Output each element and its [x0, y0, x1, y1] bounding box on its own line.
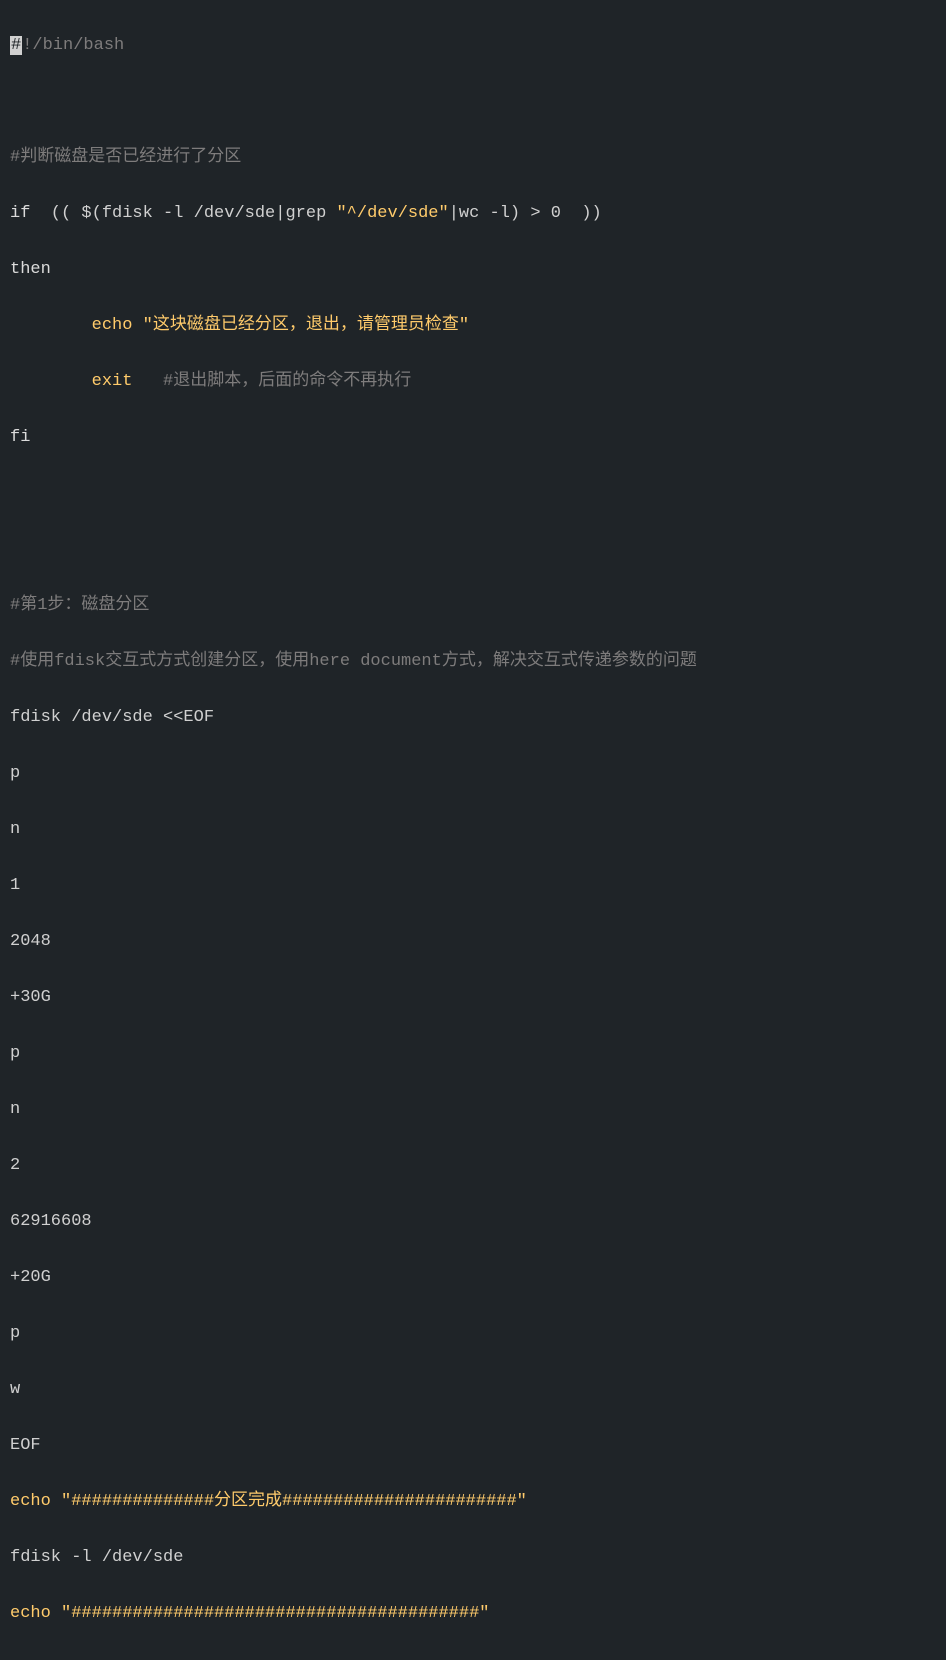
comment: #退出脚本，后面的命令不再执行	[132, 372, 411, 391]
string-literal: "这块磁盘已经分区，退出，请管理员检查"	[132, 316, 469, 335]
code-line: if (( $(fdisk -l /dev/sde|grep "^/dev/sd…	[10, 200, 936, 228]
string-literal: "#######################################…	[51, 1604, 490, 1623]
code-line: 2	[10, 1152, 936, 1180]
code-text: p	[10, 1044, 20, 1063]
echo-keyword: echo	[10, 1492, 51, 1511]
string-literal: "##############分区完成#####################…	[51, 1492, 527, 1511]
shebang-text: !/bin/bash	[22, 36, 124, 55]
indent	[10, 316, 92, 335]
code-text: |	[449, 204, 459, 223]
code-text: EOF	[10, 1436, 41, 1455]
code-text: w	[10, 1380, 20, 1399]
code-line	[10, 480, 936, 508]
code-text: fdisk /dev/sde <<EOF	[10, 708, 214, 727]
code-text: p	[10, 764, 20, 783]
code-text: 2048	[10, 932, 51, 951]
comment: #第1步：磁盘分区	[10, 596, 149, 615]
code-block: #!/bin/bash #判断磁盘是否已经进行了分区 if (( $(fdisk…	[0, 0, 946, 1660]
code-line	[10, 536, 936, 564]
code-line: n	[10, 1096, 936, 1124]
code-line: +30G	[10, 984, 936, 1012]
wc-cmd: wc	[459, 204, 479, 223]
code-line: then	[10, 256, 936, 284]
code-line: echo "##############分区完成################…	[10, 1488, 936, 1516]
code-line: exit #退出脚本，后面的命令不再执行	[10, 368, 936, 396]
code-text: (( $(	[30, 204, 101, 223]
code-line: 1	[10, 872, 936, 900]
code-text: -l /dev/sde|	[153, 204, 286, 223]
code-line: 62916608	[10, 1208, 936, 1236]
code-line: w	[10, 1376, 936, 1404]
code-line: n	[10, 816, 936, 844]
code-line: fi	[10, 424, 936, 452]
comment: #使用fdisk交互式方式创建分区，使用here document方式，解决交互…	[10, 652, 697, 671]
code-line: #判断磁盘是否已经进行了分区	[10, 144, 936, 172]
code-text: n	[10, 1100, 20, 1119]
code-text: 1	[10, 876, 20, 895]
code-line: #使用fdisk交互式方式创建分区，使用here document方式，解决交互…	[10, 648, 936, 676]
code-text: 62916608	[10, 1212, 92, 1231]
code-line	[10, 88, 936, 116]
fi-keyword: fi	[10, 428, 30, 447]
string-literal: "^/dev/sde"	[326, 204, 448, 223]
code-line: #!/bin/bash	[10, 32, 936, 60]
code-line: p	[10, 1320, 936, 1348]
echo-keyword: echo	[92, 316, 133, 335]
code-line: fdisk -l /dev/sde	[10, 1544, 936, 1572]
code-line: EOF	[10, 1432, 936, 1460]
cursor-block: #	[10, 36, 22, 55]
indent	[10, 372, 92, 391]
comment: #判断磁盘是否已经进行了分区	[10, 148, 241, 167]
code-text: fdisk -l /dev/sde	[10, 1548, 183, 1567]
code-text: p	[10, 1324, 20, 1343]
fdisk-cmd: fdisk	[102, 204, 153, 223]
code-line: echo "##################################…	[10, 1600, 936, 1628]
code-line: p	[10, 760, 936, 788]
code-line: +20G	[10, 1264, 936, 1292]
code-text: +30G	[10, 988, 51, 1007]
code-text: +20G	[10, 1268, 51, 1287]
if-keyword: if	[10, 204, 30, 223]
code-text: 2	[10, 1156, 20, 1175]
code-text: -l) > 0 ))	[479, 204, 601, 223]
code-text: n	[10, 820, 20, 839]
code-line: #第1步：磁盘分区	[10, 592, 936, 620]
code-line: p	[10, 1040, 936, 1068]
exit-keyword: exit	[92, 372, 133, 391]
code-line: 2048	[10, 928, 936, 956]
echo-keyword: echo	[10, 1604, 51, 1623]
then-keyword: then	[10, 260, 51, 279]
code-line: fdisk /dev/sde <<EOF	[10, 704, 936, 732]
grep-cmd: grep	[285, 204, 326, 223]
code-line: echo "这块磁盘已经分区，退出，请管理员检查"	[10, 312, 936, 340]
